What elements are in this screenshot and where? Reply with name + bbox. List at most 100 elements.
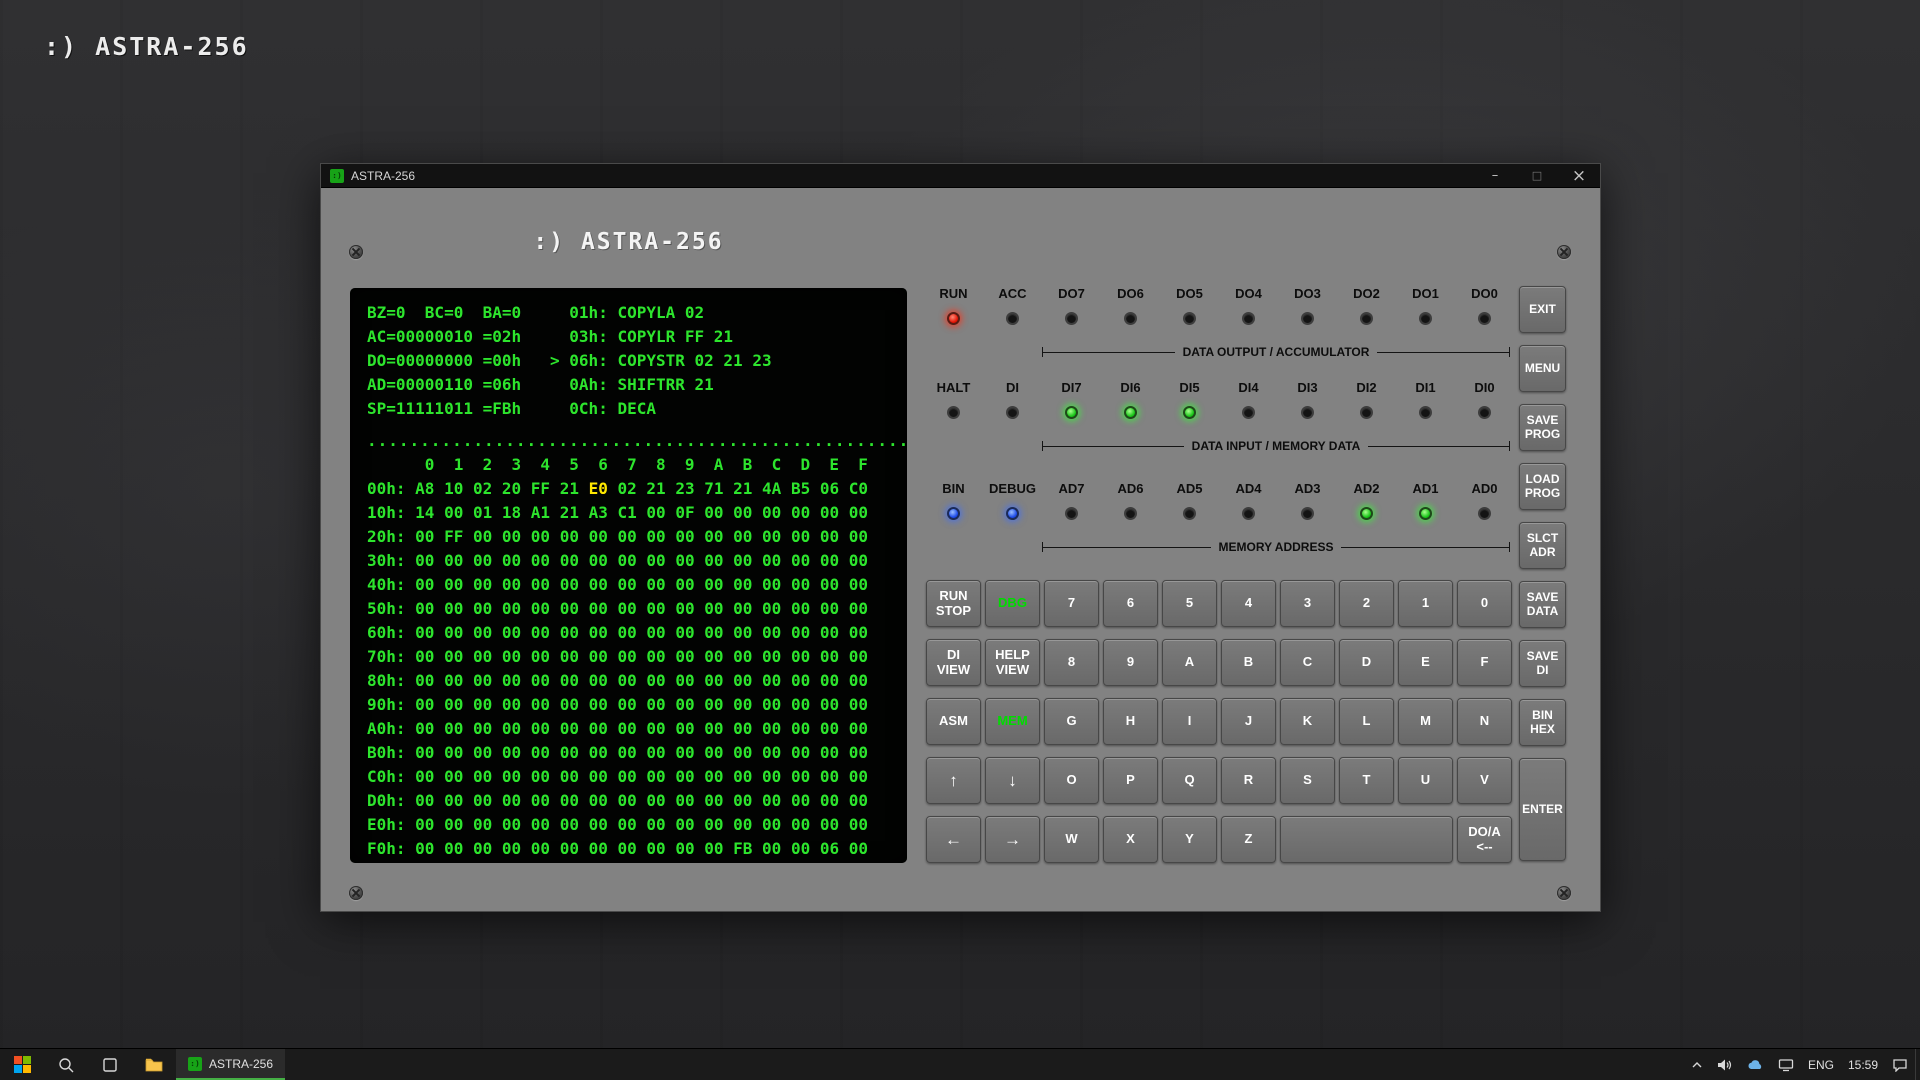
taskbar-app-label: ASTRA-256 [209,1057,273,1071]
key-d[interactable]: D [1339,639,1394,686]
key-run-stop[interactable]: RUN STOP [926,580,981,627]
clock[interactable]: 15:59 [1841,1049,1885,1080]
key-y[interactable]: Y [1162,816,1217,863]
side-button-save-di[interactable]: SAVE DI [1519,640,1566,687]
led-label-di4: DI4 [1221,380,1276,396]
titlebar[interactable]: :) ASTRA-256 – □ × [321,164,1600,188]
key-0[interactable]: 0 [1457,580,1512,627]
key-k[interactable]: K [1280,698,1335,745]
key-f[interactable]: F [1457,639,1512,686]
task-view-button[interactable] [88,1049,132,1080]
side-button-slct-adr[interactable]: SLCT ADR [1519,522,1566,569]
key-r[interactable]: R [1221,757,1276,804]
key-x[interactable]: X [1103,816,1158,863]
led-label-run: RUN [926,286,981,302]
led-ad5 [1183,507,1196,520]
side-button-save-data[interactable]: SAVE DATA [1519,581,1566,628]
action-center-button[interactable] [1885,1049,1915,1080]
volume-icon [1717,1058,1733,1072]
key-c[interactable]: C [1280,639,1335,686]
led-di0 [1478,406,1491,419]
led-label-ad0: AD0 [1457,481,1512,497]
key-v[interactable]: V [1457,757,1512,804]
key-m[interactable]: M [1398,698,1453,745]
key-z[interactable]: Z [1221,816,1276,863]
key-j[interactable]: J [1221,698,1276,745]
language-label: ENG [1808,1058,1834,1072]
key-h[interactable]: H [1103,698,1158,745]
highlighted-byte: E0 [589,479,608,498]
key-b[interactable]: B [1221,639,1276,686]
key-9[interactable]: 9 [1103,639,1158,686]
key-5[interactable]: 5 [1162,580,1217,627]
led-label-do4: DO4 [1221,286,1276,302]
key-w[interactable]: W [1044,816,1099,863]
side-button-save-prog[interactable]: SAVE PROG [1519,404,1566,451]
key-asm[interactable]: ASM [926,698,981,745]
volume-button[interactable] [1710,1049,1740,1080]
key-di-view[interactable]: DI VIEW [926,639,981,686]
search-button[interactable] [44,1049,88,1080]
key-left-arrow[interactable]: ← [926,816,981,863]
memory-row: 90h: 00 00 00 00 00 00 00 00 00 00 00 00… [367,693,907,717]
key-o[interactable]: O [1044,757,1099,804]
key-p[interactable]: P [1103,757,1158,804]
led-ad2 [1360,507,1373,520]
key-e[interactable]: E [1398,639,1453,686]
maximize-button[interactable]: □ [1516,164,1558,188]
key-mem[interactable]: MEM [985,698,1040,745]
key-i[interactable]: I [1162,698,1217,745]
network-button[interactable] [1771,1049,1801,1080]
language-indicator[interactable]: ENG [1801,1049,1841,1080]
key-right-arrow[interactable]: → [985,816,1040,863]
led-label-do5: DO5 [1162,286,1217,302]
file-explorer-button[interactable] [132,1049,176,1080]
key-space[interactable] [1280,816,1453,863]
memory-row: 40h: 00 00 00 00 00 00 00 00 00 00 00 00… [367,573,907,597]
memory-row: 70h: 00 00 00 00 00 00 00 00 00 00 00 00… [367,645,907,669]
key-8[interactable]: 8 [1044,639,1099,686]
side-button-exit[interactable]: EXIT [1519,286,1566,333]
led-ad6 [1124,507,1137,520]
memory-row: 10h: 14 00 01 18 A1 21 A3 C1 00 0F 00 00… [367,501,907,525]
led-label-di3: DI3 [1280,380,1335,396]
cloud-button[interactable] [1740,1049,1771,1080]
side-button-enter[interactable]: ENTER [1519,758,1566,861]
side-button-menu[interactable]: MENU [1519,345,1566,392]
side-button-load-prog[interactable]: LOAD PROG [1519,463,1566,510]
start-button[interactable] [0,1049,44,1080]
key-down-arrow[interactable]: ↓ [985,757,1040,804]
key-u[interactable]: U [1398,757,1453,804]
close-button[interactable]: × [1558,164,1600,188]
taskbar-app-astra-256[interactable]: :) ASTRA-256 [176,1049,285,1080]
key-7[interactable]: 7 [1044,580,1099,627]
side-button-bin-hex[interactable]: BIN HEX [1519,699,1566,746]
key-a[interactable]: A [1162,639,1217,686]
key-t[interactable]: T [1339,757,1394,804]
key-up-arrow[interactable]: ↑ [926,757,981,804]
key-6[interactable]: 6 [1103,580,1158,627]
key-l[interactable]: L [1339,698,1394,745]
register-line: SP=11111011 =FBh 0Ch: DECA [367,397,907,421]
minimize-button[interactable]: – [1474,164,1516,188]
key-2[interactable]: 2 [1339,580,1394,627]
led-label-di1: DI1 [1398,380,1453,396]
key-dbg[interactable]: DBG [985,580,1040,627]
led-group-1: HALTDIDI7DI6DI5DI4DI3DI2DI1DI0DATA INPUT… [926,380,1512,421]
memory-row: E0h: 00 00 00 00 00 00 00 00 00 00 00 00… [367,813,907,837]
cloud-icon [1747,1059,1764,1071]
led-label-do2: DO2 [1339,286,1394,302]
key-do-a[interactable]: DO/A <-- [1457,816,1512,863]
memory-row: A0h: 00 00 00 00 00 00 00 00 00 00 00 00… [367,717,907,741]
key-1[interactable]: 1 [1398,580,1453,627]
key-4[interactable]: 4 [1221,580,1276,627]
show-desktop-button[interactable] [1915,1049,1920,1080]
key-help-view[interactable]: HELP VIEW [985,639,1040,686]
tray-overflow-button[interactable] [1684,1049,1710,1080]
window-title: ASTRA-256 [351,169,1474,183]
key-q[interactable]: Q [1162,757,1217,804]
key-3[interactable]: 3 [1280,580,1335,627]
key-s[interactable]: S [1280,757,1335,804]
key-g[interactable]: G [1044,698,1099,745]
key-n[interactable]: N [1457,698,1512,745]
